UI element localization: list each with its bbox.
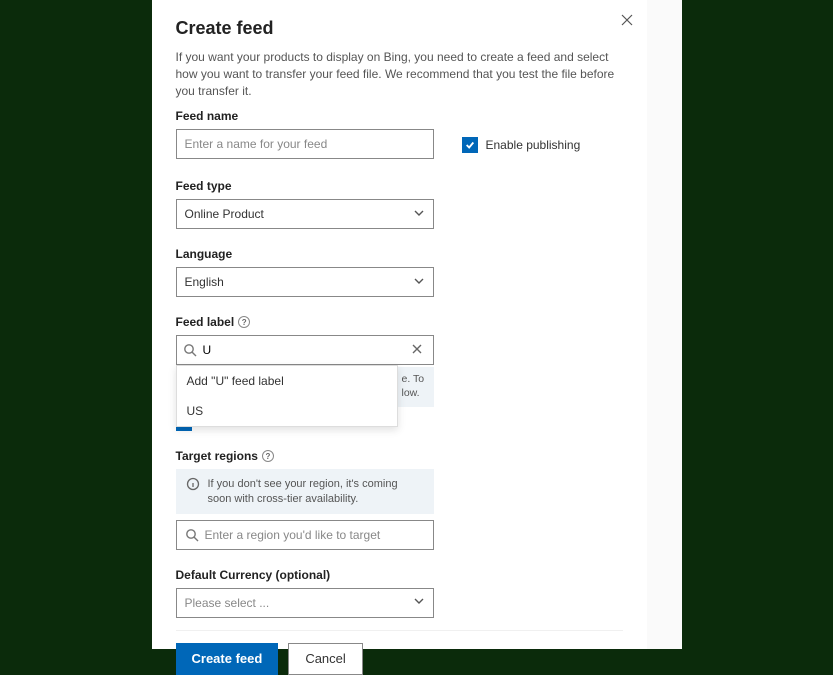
dialog-backdrop: Create feed If you want your products to… <box>152 0 682 649</box>
feed-label-label: Feed label ? <box>176 315 623 329</box>
target-regions-input[interactable] <box>205 528 425 542</box>
target-regions-info-text: If you don't see your region, it's comin… <box>208 477 424 506</box>
feed-name-input[interactable] <box>185 137 425 151</box>
default-currency-select[interactable]: Please select ... <box>176 588 434 618</box>
feed-label-combobox[interactable] <box>176 335 434 365</box>
feed-label-input[interactable] <box>203 343 405 357</box>
target-regions-info: If you don't see your region, it's comin… <box>176 469 434 514</box>
language-select[interactable]: English <box>176 267 434 297</box>
feed-name-input-wrap <box>176 129 434 159</box>
feed-type-select[interactable]: Online Product <box>176 199 434 229</box>
feed-label-dropdown: Add "U" feed label US <box>176 365 398 427</box>
feed-type-label: Feed type <box>176 179 623 193</box>
create-feed-panel: Create feed If you want your products to… <box>152 0 647 649</box>
info-icon <box>186 477 200 491</box>
close-button[interactable] <box>617 10 637 30</box>
dialog-title: Create feed <box>176 18 623 39</box>
help-icon[interactable]: ? <box>238 316 250 328</box>
dialog-footer: Create feed Cancel <box>176 630 623 675</box>
language-selected: English <box>185 275 224 289</box>
enable-publishing-checkbox[interactable] <box>462 137 478 153</box>
create-feed-button[interactable]: Create feed <box>176 643 279 675</box>
enable-publishing-label: Enable publishing <box>486 138 581 152</box>
chevron-down-icon <box>413 595 425 610</box>
dropdown-option-us[interactable]: US <box>177 396 397 426</box>
default-currency-selected: Please select ... <box>185 596 270 610</box>
feed-type-selected: Online Product <box>185 207 264 221</box>
chevron-down-icon <box>413 207 425 222</box>
language-label: Language <box>176 247 623 261</box>
dropdown-add-option[interactable]: Add "U" feed label <box>177 366 397 396</box>
obscured-banner-fragment: e. To low. <box>396 367 434 406</box>
feed-name-label: Feed name <box>176 109 434 123</box>
help-icon[interactable]: ? <box>262 450 274 462</box>
search-icon <box>183 343 197 357</box>
default-currency-label: Default Currency (optional) <box>176 568 623 582</box>
target-regions-input-wrap <box>176 520 434 550</box>
cancel-button[interactable]: Cancel <box>288 643 362 675</box>
search-icon <box>185 528 199 542</box>
target-regions-label: Target regions ? <box>176 449 623 463</box>
chevron-down-icon <box>413 275 425 290</box>
clear-icon[interactable] <box>411 343 425 357</box>
dialog-intro: If you want your products to display on … <box>176 49 623 99</box>
